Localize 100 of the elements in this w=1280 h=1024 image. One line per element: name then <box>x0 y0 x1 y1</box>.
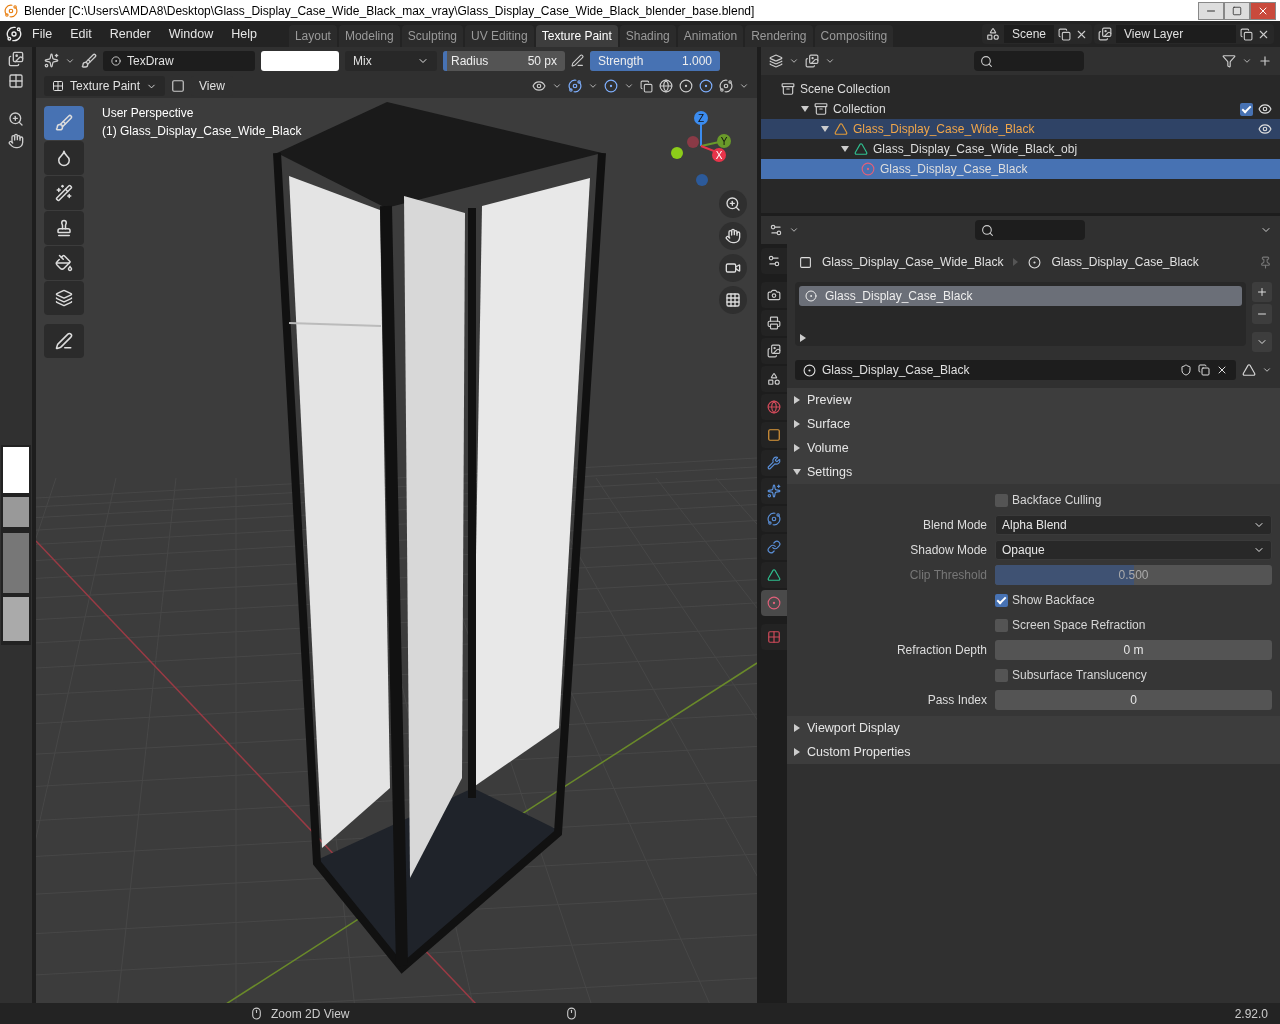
strength-slider[interactable]: Strength 1.000 <box>590 50 720 71</box>
menu-item[interactable]: Render <box>101 27 159 41</box>
checkbox[interactable] <box>995 618 1008 632</box>
radius-slider[interactable]: Radius 50 px <box>443 50 565 71</box>
globe-icon[interactable] <box>767 400 781 414</box>
material-shading-icon[interactable] <box>699 79 713 93</box>
expand-caret-icon[interactable] <box>801 105 809 113</box>
images-icon[interactable] <box>1098 27 1112 41</box>
expand-caret-icon[interactable] <box>821 125 829 133</box>
printer-icon[interactable] <box>767 316 781 330</box>
outliner-row[interactable]: Glass_Display_Case_Wide_Black_obj <box>761 139 1280 159</box>
workspace-tab[interactable]: UV Editing <box>465 25 534 47</box>
sliders-icon[interactable] <box>767 254 781 268</box>
dropdown-field[interactable]: Opaque <box>995 540 1272 560</box>
checkbox[interactable] <box>995 493 1008 507</box>
wrench-icon[interactable] <box>767 456 781 470</box>
fill-tool-button[interactable] <box>44 246 84 280</box>
eye-icon[interactable] <box>1258 102 1272 116</box>
panel-header[interactable]: Viewport Display <box>787 716 1280 740</box>
color-swatch[interactable] <box>261 50 339 71</box>
gizmo-icon[interactable] <box>568 79 582 93</box>
texture-properties-tab[interactable] <box>761 624 787 650</box>
grid-icon[interactable] <box>725 292 741 308</box>
rendered-shading-icon[interactable] <box>719 79 733 93</box>
expand-caret-icon[interactable] <box>799 334 807 342</box>
droplet-icon[interactable] <box>55 149 73 167</box>
constraints-properties-tab[interactable] <box>761 534 787 560</box>
panel-header[interactable]: Custom Properties <box>787 740 1280 764</box>
number-field[interactable]: 0 <box>995 690 1272 710</box>
caret-icon[interactable] <box>793 420 801 428</box>
copy-icon[interactable] <box>1198 364 1210 376</box>
pin-icon[interactable] <box>1259 255 1272 269</box>
link-mode-icon[interactable] <box>1242 363 1256 377</box>
camera-button[interactable] <box>719 254 747 282</box>
include-checkbox[interactable] <box>1240 102 1253 116</box>
layers-icon[interactable] <box>55 289 73 307</box>
panel-header[interactable]: Settings <box>787 460 1280 484</box>
new-collection-icon[interactable] <box>1258 54 1272 68</box>
stamp-icon[interactable] <box>55 219 73 237</box>
scene-properties-tab[interactable] <box>761 366 787 392</box>
filter-icon[interactable] <box>1222 54 1236 68</box>
brush-icon[interactable] <box>81 52 97 69</box>
hand-icon[interactable] <box>8 133 24 149</box>
paint-mask-icon[interactable] <box>171 79 186 93</box>
annotate-tool-button[interactable] <box>44 324 84 358</box>
shield-icon[interactable] <box>1180 364 1192 376</box>
soften-tool-button[interactable] <box>44 141 84 175</box>
paint-bucket-icon[interactable] <box>55 254 73 272</box>
camera-icon[interactable] <box>725 260 741 276</box>
image-editor-icon[interactable] <box>8 51 24 67</box>
shapes-icon[interactable] <box>767 372 781 386</box>
workspace-tab[interactable]: Compositing <box>814 25 894 47</box>
caret-icon[interactable] <box>793 748 801 756</box>
display-mode-icon[interactable] <box>769 54 783 68</box>
caret-icon[interactable] <box>793 396 801 404</box>
menu-item[interactable]: File <box>24 27 61 41</box>
panel-header[interactable]: Preview <box>787 388 1280 412</box>
filter-view-icon[interactable] <box>805 54 819 68</box>
clone-tool-button[interactable] <box>44 211 84 245</box>
checkbox[interactable] <box>995 668 1008 682</box>
app-logo-icon[interactable] <box>6 26 22 42</box>
world-properties-tab[interactable] <box>761 394 787 420</box>
copy-icon[interactable] <box>1240 27 1253 41</box>
workspace-tab[interactable]: Sculpting <box>401 25 463 47</box>
outliner-row[interactable]: Glass_Display_Case_Black <box>761 159 1280 179</box>
wireframe-shading-icon[interactable] <box>659 79 673 93</box>
material-selector[interactable]: Glass_Display_Case_Black <box>795 360 1236 380</box>
square-icon[interactable] <box>767 428 781 442</box>
object-properties-tab[interactable] <box>761 422 787 448</box>
render-properties-tab[interactable] <box>761 282 787 308</box>
panel-header[interactable]: Volume <box>787 436 1280 460</box>
images-icon[interactable] <box>767 344 781 358</box>
outliner-row[interactable]: Glass_Display_Case_Wide_Black <box>761 119 1280 139</box>
expand-caret-icon[interactable] <box>841 145 849 153</box>
maximize-icon[interactable] <box>1232 5 1242 16</box>
tool-properties-tab[interactable] <box>761 248 787 274</box>
visibility-icon[interactable] <box>532 79 546 93</box>
scene-selector[interactable]: Scene <box>981 24 1092 44</box>
zoom-icon[interactable] <box>725 196 741 212</box>
brush-icon[interactable] <box>55 114 73 132</box>
checkbox[interactable] <box>995 593 1008 607</box>
axis-gizmo[interactable]: Z Y X <box>669 108 739 193</box>
workspace-tab[interactable]: Shading <box>619 25 676 47</box>
mode-icon[interactable] <box>44 53 59 68</box>
workspace-tab[interactable]: Texture Paint <box>535 25 618 47</box>
pen-icon[interactable] <box>55 332 73 350</box>
pressure-icon[interactable] <box>571 54 584 67</box>
workspace-tab[interactable]: Animation <box>677 25 744 47</box>
eye-icon[interactable] <box>1258 122 1272 136</box>
dropdown-field[interactable]: Alpha Blend <box>995 515 1272 535</box>
close-icon[interactable] <box>1216 364 1228 376</box>
zoom-button[interactable] <box>719 190 747 218</box>
physics-properties-tab[interactable] <box>761 506 787 532</box>
workspace-tab[interactable]: Modeling <box>338 25 400 47</box>
scene-icon[interactable] <box>985 27 1000 41</box>
data-properties-tab[interactable] <box>761 562 787 588</box>
pan-button[interactable] <box>719 222 747 250</box>
workspace-tab[interactable]: Layout <box>288 25 337 47</box>
checker-icon[interactable] <box>767 630 781 644</box>
particles-properties-tab[interactable] <box>761 478 787 504</box>
